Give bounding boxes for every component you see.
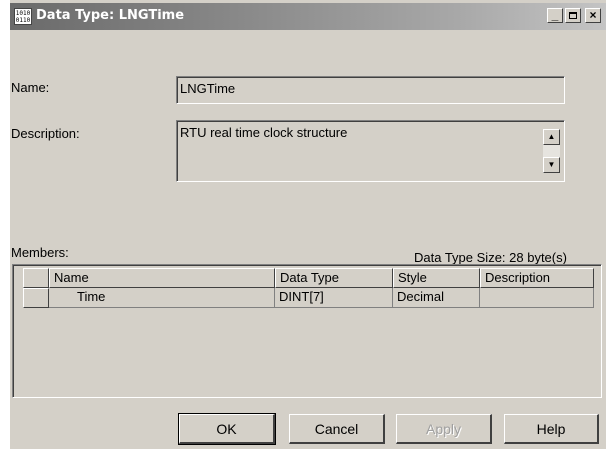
row-selector[interactable] <box>23 288 49 308</box>
description-label: Description: <box>11 126 80 141</box>
maximize-icon <box>569 12 577 19</box>
data-type-size: Data Type Size: 28 byte(s) <box>414 250 567 265</box>
description-field[interactable]: RTU real time clock structure ▲ ▼ <box>176 120 565 182</box>
table-cell-data-type[interactable]: DINT[7] <box>275 288 393 308</box>
arrow-down-icon: ▼ <box>547 160 556 169</box>
cancel-button[interactable]: Cancel <box>289 414 385 444</box>
column-header-style[interactable]: Style <box>393 268 480 288</box>
column-header-description[interactable]: Description <box>480 268 594 288</box>
description-scrollbar[interactable]: ▲ ▼ <box>543 129 560 173</box>
table-cell-style[interactable]: Decimal <box>393 288 480 308</box>
members-label: Members: <box>11 245 69 260</box>
data-type-dialog: 1010 0110 Data Type: LNGTime _ × Name: LN… <box>9 0 606 449</box>
name-value: LNGTime <box>177 77 564 103</box>
minimize-icon: _ <box>551 8 559 22</box>
row-header-corner <box>23 268 49 288</box>
name-field[interactable]: LNGTime <box>176 76 565 104</box>
column-header-name[interactable]: Name <box>49 268 275 288</box>
window-title: Data Type: LNGTime <box>36 8 185 23</box>
title-bar[interactable]: 1010 0110 Data Type: LNGTime _ × <box>10 3 606 30</box>
arrow-up-icon: ▲ <box>547 132 556 141</box>
close-button[interactable]: × <box>585 8 601 23</box>
name-label: Name: <box>11 80 50 95</box>
ok-button[interactable]: OK <box>178 413 276 445</box>
column-header-data-type[interactable]: Data Type <box>275 268 393 288</box>
help-button[interactable]: Help <box>504 414 599 444</box>
close-icon: × <box>589 8 597 22</box>
scroll-up-button[interactable]: ▲ <box>543 129 560 145</box>
scroll-down-button[interactable]: ▼ <box>543 157 560 173</box>
table-cell-name[interactable]: Time <box>49 288 275 308</box>
maximize-button[interactable] <box>565 8 581 23</box>
minimize-button[interactable]: _ <box>547 8 563 23</box>
description-value: RTU real time clock structure <box>177 121 564 181</box>
data-type-icon: 1010 0110 <box>14 8 32 25</box>
members-grid[interactable]: Name Data Type Style Description Time DI… <box>12 264 602 398</box>
table-cell-description[interactable] <box>480 288 594 308</box>
apply-button[interactable]: Apply <box>396 414 492 444</box>
